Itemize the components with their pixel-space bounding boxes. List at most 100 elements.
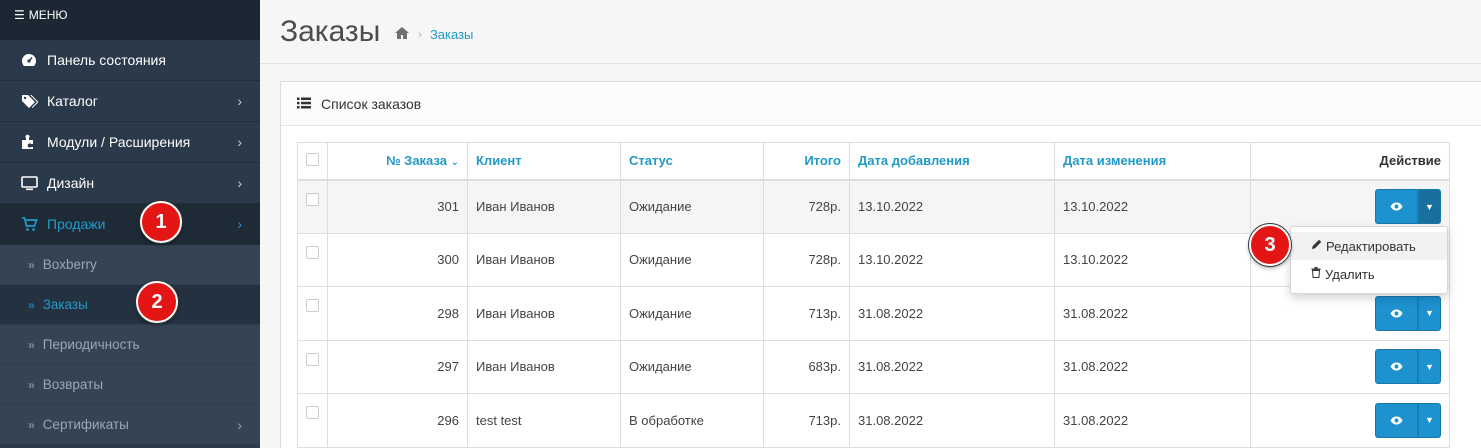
cell-order: 296: [327, 393, 468, 448]
column-label: Клиент: [476, 153, 522, 169]
step-marker-2: 2: [136, 281, 178, 323]
row-select-cell: [297, 393, 328, 448]
hamburger-icon: ☰: [14, 8, 25, 22]
cell-client: test test: [467, 393, 621, 448]
cell-action: ▼: [1250, 179, 1450, 234]
caret-down-icon: ▼: [1425, 415, 1434, 426]
sidebar-item-label: Дизайн: [47, 175, 95, 191]
sidebar-item-sales[interactable]: Продажи ›: [0, 204, 260, 245]
view-order-button[interactable]: [1375, 295, 1418, 331]
sidebar: ☰ МЕНЮ Панель состояния Каталог › Модули…: [0, 0, 260, 448]
action-button-group: ▼: [1375, 189, 1441, 224]
table-row: 296 test test В обработке 713р. 31.08.20…: [297, 393, 1450, 448]
caret-down-icon: ▼: [1425, 361, 1434, 372]
cell-total: 713р.: [763, 286, 850, 341]
sidebar-item-design[interactable]: Дизайн ›: [0, 163, 260, 204]
breadcrumb-separator-icon: ›: [418, 28, 422, 41]
sidebar-item-label: Модули / Расширения: [47, 134, 191, 150]
cell-date-added: 13.10.2022: [849, 179, 1055, 234]
select-all-checkbox[interactable]: [306, 152, 319, 166]
cell-status: Ожидание: [620, 286, 764, 341]
row-checkbox[interactable]: [306, 192, 319, 206]
row-checkbox[interactable]: [306, 299, 319, 312]
cell-order: 297: [327, 339, 468, 394]
column-label: Действие: [1379, 153, 1441, 169]
sidebar-item-dashboard[interactable]: Панель состояния: [0, 40, 260, 81]
sidebar-subitem-returns[interactable]: » Возвраты: [0, 365, 260, 405]
row-select-cell: [297, 232, 328, 287]
cell-client: Иван Иванов: [467, 179, 621, 234]
sidebar-subitem-boxberry[interactable]: » Boxberry: [0, 245, 260, 285]
action-dropdown-toggle[interactable]: ▼: [1418, 189, 1441, 224]
column-header-date-modified[interactable]: Дата изменения: [1054, 142, 1251, 181]
eye-icon: [1390, 306, 1403, 321]
action-dropdown-toggle[interactable]: ▼: [1418, 295, 1441, 331]
sidebar-subitem-label: Возвраты: [42, 377, 104, 392]
row-checkbox[interactable]: [306, 245, 319, 259]
row-select-cell: [297, 339, 328, 394]
cell-total: 713р.: [763, 393, 850, 448]
action-dropdown-toggle[interactable]: ▼: [1418, 349, 1441, 385]
column-header-date-added[interactable]: Дата добавления: [849, 142, 1055, 181]
column-header-total[interactable]: Итого: [763, 142, 850, 181]
column-label: Итого: [804, 153, 841, 169]
main-content: Заказы › Заказы Список заказов № Заказа …: [260, 0, 1481, 448]
cell-client: Иван Иванов: [467, 286, 621, 341]
column-label: Дата добавления: [858, 153, 970, 169]
sidebar-item-modules[interactable]: Модули / Расширения ›: [0, 122, 260, 163]
action-button-group: ▼: [1375, 402, 1441, 438]
breadcrumb-link-orders[interactable]: Заказы: [430, 27, 473, 42]
sidebar-subitem-orders[interactable]: » Заказы: [0, 285, 260, 325]
home-icon[interactable]: [394, 26, 410, 43]
view-order-button[interactable]: [1375, 189, 1418, 224]
cell-date-modified: 13.10.2022: [1054, 179, 1251, 234]
row-checkbox[interactable]: [306, 406, 319, 419]
menu-item-label: Редактировать: [1326, 238, 1416, 254]
double-angle-right-icon: »: [28, 337, 35, 352]
page-header: Заказы › Заказы: [260, 0, 1481, 64]
column-header-order[interactable]: № Заказа ⌄: [327, 142, 468, 181]
double-angle-right-icon: »: [28, 377, 35, 392]
table-row: 297 Иван Иванов Ожидание 683р. 31.08.202…: [297, 339, 1450, 394]
cell-date-added: 13.10.2022: [849, 232, 1055, 287]
view-order-button[interactable]: [1375, 402, 1418, 438]
puzzle-icon: [20, 134, 38, 150]
tags-icon: [20, 93, 38, 109]
action-dropdown-toggle[interactable]: ▼: [1418, 402, 1441, 438]
list-icon: [297, 96, 311, 112]
cell-action: ▼: [1250, 393, 1450, 448]
chevron-right-icon: ›: [237, 216, 242, 232]
sidebar-item-label: Продажи: [47, 216, 106, 232]
cell-total: 728р.: [763, 232, 850, 287]
menu-toggle[interactable]: ☰ МЕНЮ: [0, 0, 260, 40]
cell-total: 728р.: [763, 179, 850, 234]
sidebar-item-catalog[interactable]: Каталог ›: [0, 81, 260, 122]
sidebar-subitem-vouchers[interactable]: » Сертификаты ›: [0, 405, 260, 445]
cell-order: 300: [327, 232, 468, 287]
view-order-button[interactable]: [1375, 349, 1418, 385]
cell-date-added: 31.08.2022: [849, 393, 1055, 448]
delete-order-menu-item[interactable]: Удалить: [1291, 260, 1447, 288]
column-label: № Заказа: [386, 153, 447, 169]
column-header-client[interactable]: Клиент: [467, 142, 621, 181]
cell-date-modified: 13.10.2022: [1054, 232, 1251, 287]
table-header-row: № Заказа ⌄ Клиент Статус Итого Дата доба…: [297, 142, 1450, 181]
eye-icon: [1390, 359, 1403, 374]
column-header-status[interactable]: Статус: [620, 142, 764, 181]
row-select-cell: [297, 179, 328, 234]
cell-date-added: 31.08.2022: [849, 339, 1055, 394]
double-angle-right-icon: »: [28, 297, 35, 312]
cell-client: Иван Иванов: [467, 232, 621, 287]
trash-icon: [1311, 267, 1321, 281]
page-title: Заказы: [280, 14, 381, 48]
cell-date-modified: 31.08.2022: [1054, 286, 1251, 341]
row-checkbox[interactable]: [306, 352, 319, 366]
cell-status: Ожидание: [620, 339, 764, 394]
cell-date-modified: 31.08.2022: [1054, 339, 1251, 394]
sidebar-subitem-recurring[interactable]: » Периодичность: [0, 325, 260, 365]
table-row: 298 Иван Иванов Ожидание 713р. 31.08.202…: [297, 286, 1450, 341]
caret-down-icon: ▼: [1425, 201, 1434, 212]
sidebar-item-label: Панель состояния: [47, 52, 166, 68]
edit-order-menu-item[interactable]: Редактировать: [1291, 232, 1447, 260]
chevron-down-icon: ⌄: [450, 157, 459, 169]
